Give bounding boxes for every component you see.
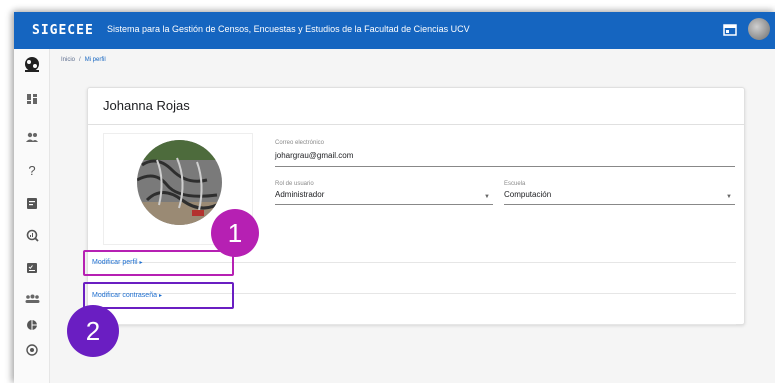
breadcrumb: Inicio / Mi perfil [61, 57, 106, 63]
breadcrumb-current: Mi perfil [84, 57, 106, 63]
breadcrumb-separator: / [79, 57, 81, 63]
app-window: SIGECEE Sistema para la Gestión de Censo… [14, 12, 775, 383]
email-field[interactable]: johargrau@gmail.com [275, 151, 353, 160]
app-title: Sistema para la Gestión de Censos, Encue… [107, 24, 470, 34]
role-select[interactable]: Administrador [275, 190, 324, 199]
profile-photo[interactable] [137, 140, 222, 225]
search-stats-icon[interactable] [22, 225, 42, 245]
top-app-bar: SIGECEE Sistema para la Gestión de Censo… [14, 12, 775, 49]
role-label: Rol de usuario [275, 181, 314, 187]
email-underline [275, 166, 735, 167]
web-window-icon[interactable] [722, 22, 738, 38]
settings-circle-icon[interactable] [22, 340, 42, 360]
highlight-box-modify-profile [83, 250, 234, 276]
email-label: Correo electrónico [275, 140, 325, 146]
role-underline [275, 204, 493, 205]
card-divider [88, 124, 744, 125]
sidebar: ? [14, 49, 50, 383]
school-select[interactable]: Computación [504, 190, 551, 199]
pie-chart-icon[interactable] [22, 315, 42, 335]
step-badge-1-number: 1 [227, 217, 243, 248]
row-divider [96, 324, 736, 325]
step-badge-2: 2 [67, 305, 119, 357]
step-badge-1: 1 [211, 209, 259, 257]
app-logo-icon[interactable] [22, 55, 42, 75]
app-logo-text[interactable]: SIGECEE [32, 23, 94, 38]
school-label: Escuela [504, 181, 526, 187]
groups-icon[interactable] [22, 289, 42, 309]
step-badge-2-number: 2 [85, 315, 101, 346]
school-underline [504, 204, 735, 205]
dashboard-icon[interactable] [22, 89, 42, 109]
profile-name: Johanna Rojas [103, 98, 190, 113]
help-icon[interactable]: ? [22, 160, 42, 180]
user-avatar[interactable] [748, 18, 770, 40]
users-icon[interactable] [22, 127, 42, 147]
school-dropdown-icon[interactable]: ▼ [726, 194, 732, 200]
assignment-icon[interactable] [22, 193, 42, 213]
highlight-box-modify-password [83, 282, 234, 309]
breadcrumb-home-link[interactable]: Inicio [61, 57, 75, 63]
checklist-icon[interactable] [22, 258, 42, 278]
role-dropdown-icon[interactable]: ▼ [484, 194, 490, 200]
